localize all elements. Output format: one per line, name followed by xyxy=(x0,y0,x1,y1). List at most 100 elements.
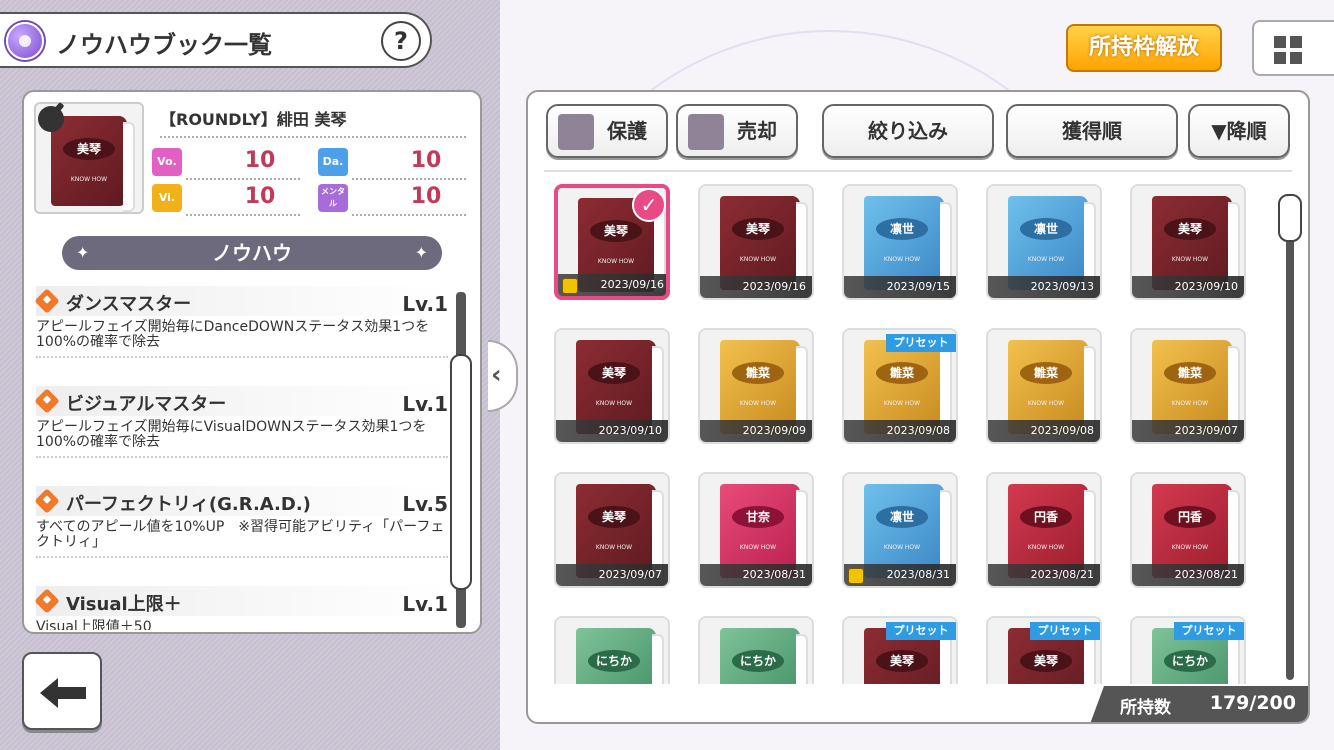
book-date: 2023/09/10 xyxy=(1132,276,1244,298)
book-card[interactable]: にちかKNOW HOW xyxy=(698,616,814,684)
book-cover-label: 美琴 xyxy=(588,362,640,384)
protect-button[interactable]: 保護 xyxy=(546,104,668,158)
order-button[interactable]: ▼降順 xyxy=(1188,104,1290,158)
skill-name: ビジュアルマスター xyxy=(66,394,227,415)
book-card[interactable]: 雛菜 KNOW HOW 2023/09/08 プリセット xyxy=(842,328,958,444)
book-date: 2023/08/21 xyxy=(1132,564,1244,586)
book-date: 2023/08/21 xyxy=(988,564,1100,586)
book-cover-label: にちか xyxy=(732,650,784,672)
stat-mental: メンタル 10 xyxy=(318,184,466,216)
book-card[interactable]: 美琴 KNOW HOW 2023/09/16 ✓ xyxy=(554,184,670,300)
skill-scrollbar-thumb[interactable] xyxy=(450,354,472,590)
book-cover-label: 雛菜 xyxy=(876,362,928,384)
grid-icon xyxy=(1290,52,1302,64)
grid-scrollbar-thumb[interactable] xyxy=(1278,194,1302,242)
book-sub-text: KNOW HOW xyxy=(70,176,108,183)
back-button[interactable] xyxy=(22,652,102,730)
book-sub-text: KNOW HOW xyxy=(739,256,777,263)
skill-desc: すべてのアピール値を10%UP ※習得可能アビリティ「パーフェクトリィ」 xyxy=(36,520,448,558)
book-card[interactable]: 凛世 KNOW HOW 2023/09/13 xyxy=(986,184,1102,300)
sort-button[interactable]: 獲得順 xyxy=(1006,104,1178,158)
stat-badge: Da. xyxy=(318,148,348,176)
book-card[interactable]: 雛菜 KNOW HOW 2023/09/08 xyxy=(986,328,1102,444)
book-card[interactable]: 美琴 KNOW HOW 2023/09/10 xyxy=(554,328,670,444)
book-cover-label: 美琴 xyxy=(63,138,115,160)
book-sub-text: KNOW HOW xyxy=(1171,544,1209,551)
book-cover: 美琴 KNOW HOW xyxy=(51,116,135,212)
help-button[interactable]: ? xyxy=(381,21,421,61)
skill-desc: Visual上限値＋50 xyxy=(36,620,448,631)
book-card[interactable]: 甘奈 KNOW HOW 2023/08/31 xyxy=(698,472,814,588)
skill-level: Lv.1 xyxy=(402,392,448,416)
check-icon: ✓ xyxy=(632,188,666,222)
skill-icon xyxy=(34,488,60,514)
book-cover-label: 円香 xyxy=(1164,506,1216,528)
book-cover-label: 美琴 xyxy=(876,650,928,672)
book-date: 2023/09/15 xyxy=(844,276,956,298)
detail-panel: 美琴 KNOW HOW 【ROUNDLY】緋田 美琴 Vo. 10 Da. 10… xyxy=(22,90,482,634)
checkbox-icon xyxy=(558,114,594,150)
preset-badge: プリセット xyxy=(1174,622,1244,640)
owned-count-label: 所持数 xyxy=(1120,698,1171,718)
book-sub-text: KNOW HOW xyxy=(1027,544,1065,551)
book-date: 2023/09/07 xyxy=(1132,420,1244,442)
book-card[interactable]: 美琴 KNOW HOW 2023/09/10 xyxy=(1130,184,1246,300)
book-card[interactable]: 円香 KNOW HOW 2023/08/21 xyxy=(1130,472,1246,588)
book-card[interactable]: 円香 KNOW HOW 2023/08/21 xyxy=(986,472,1102,588)
book-list-panel: 保護 売却 絞り込み 獲得順 ▼降順 美琴 KNOW HOW 2023/09/16 ✓… xyxy=(526,90,1310,724)
book-sub-text: KNOW HOW xyxy=(883,256,921,263)
book-sub-text: KNOW HOW xyxy=(595,544,633,551)
book-cover-label: 美琴 xyxy=(1020,650,1072,672)
lock-icon xyxy=(562,278,578,294)
stat-da: Da. 10 xyxy=(318,148,466,180)
stat-vo: Vo. 10 xyxy=(152,148,300,180)
knowhow-section-header: ✦ ノウハウ ✦ xyxy=(62,236,442,270)
grid-view-button[interactable] xyxy=(1252,20,1334,76)
book-sub-text: KNOW HOW xyxy=(739,544,777,551)
book-cover-label: 円香 xyxy=(1020,506,1072,528)
book-cover-label: 凛世 xyxy=(876,218,928,240)
divider xyxy=(186,214,300,216)
skill-item: Visual上限＋ Lv.1 Visual上限値＋50 xyxy=(32,580,452,630)
book-card[interactable]: 美琴KNOW HOWプリセット xyxy=(986,616,1102,684)
book-card[interactable]: 美琴KNOW HOWプリセット xyxy=(842,616,958,684)
book-card[interactable]: 凛世 KNOW HOW 2023/08/31 xyxy=(842,472,958,588)
divider xyxy=(544,170,1292,172)
stat-badge: Vo. xyxy=(152,148,182,176)
book-card[interactable]: 雛菜 KNOW HOW 2023/09/09 xyxy=(698,328,814,444)
edit-icon[interactable] xyxy=(38,106,64,132)
stat-badge: Vi. xyxy=(152,184,182,212)
stat-value: 10 xyxy=(244,148,276,173)
stat-vi: Vi. 10 xyxy=(152,184,300,216)
title-bar: ノウハウブック一覧 ? xyxy=(0,12,432,68)
book-sub-text: KNOW HOW xyxy=(1027,400,1065,407)
grid-icon xyxy=(1274,36,1286,48)
skill-icon xyxy=(34,288,60,314)
book-card[interactable]: 雛菜 KNOW HOW 2023/09/07 xyxy=(1130,328,1246,444)
unlock-slots-button[interactable]: 所持枠解放 xyxy=(1066,24,1222,72)
book-card[interactable]: にちかKNOW HOW xyxy=(554,616,670,684)
stat-value: 10 xyxy=(410,184,442,209)
knowhow-app-icon xyxy=(6,22,44,60)
book-card[interactable]: 美琴 KNOW HOW 2023/09/07 xyxy=(554,472,670,588)
book-sub-text: KNOW HOW xyxy=(883,544,921,551)
skill-list[interactable]: ダンスマスター Lv.1 アピールフェイズ開始毎にDanceDOWNステータス効… xyxy=(32,280,452,630)
book-card[interactable]: 美琴 KNOW HOW 2023/09/16 xyxy=(698,184,814,300)
grid-scrollbar-track[interactable] xyxy=(1286,194,1294,680)
divider xyxy=(186,178,300,180)
skill-item: ビジュアルマスター Lv.1 アピールフェイズ開始毎にVisualDOWNステー… xyxy=(32,380,452,480)
book-cover-label: 美琴 xyxy=(1164,218,1216,240)
skill-level: Lv.5 xyxy=(402,492,448,516)
preset-badge: プリセット xyxy=(1030,622,1100,640)
book-sub-text: KNOW HOW xyxy=(595,400,633,407)
stat-badge: メンタル xyxy=(318,184,348,212)
owned-count-value: 179/200 xyxy=(1209,692,1296,714)
owned-count-bar: 所持数 179/200 xyxy=(1090,686,1308,722)
filter-button[interactable]: 絞り込み xyxy=(822,104,994,158)
book-cover-label: 美琴 xyxy=(588,506,640,528)
book-cover-label: 雛菜 xyxy=(732,362,784,384)
sell-button[interactable]: 売却 xyxy=(676,104,798,158)
book-card[interactable]: にちかKNOW HOWプリセット xyxy=(1130,616,1246,684)
selected-book-thumbnail: 美琴 KNOW HOW xyxy=(34,102,144,214)
book-card[interactable]: 凛世 KNOW HOW 2023/09/15 xyxy=(842,184,958,300)
